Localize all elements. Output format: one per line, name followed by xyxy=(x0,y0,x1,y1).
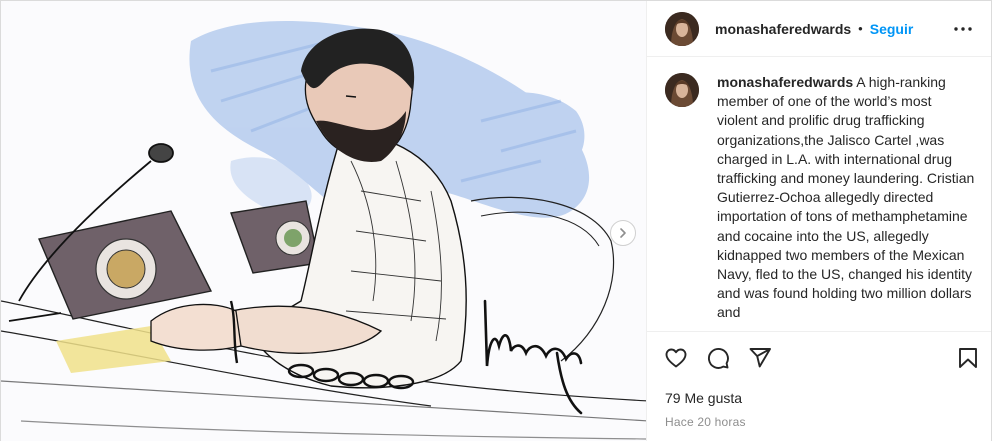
more-options-button[interactable] xyxy=(951,17,975,41)
comment-icon xyxy=(707,347,729,369)
action-bar xyxy=(647,332,991,384)
profile-photo-icon xyxy=(665,73,699,107)
save-button[interactable] xyxy=(955,345,981,371)
like-button[interactable] xyxy=(663,345,689,371)
caption-username[interactable]: monashaferedwards xyxy=(717,74,853,90)
likes-count[interactable]: 79 Me gusta xyxy=(647,390,991,406)
avatar[interactable] xyxy=(665,73,699,107)
post-author-username[interactable]: monashaferedwards xyxy=(715,21,851,37)
post-sidebar: monashaferedwards • Seguir monashaferedw… xyxy=(647,1,991,441)
heart-icon xyxy=(665,348,687,368)
avatar[interactable] xyxy=(665,11,699,46)
next-image-button[interactable] xyxy=(610,220,636,246)
post-header: monashaferedwards • Seguir xyxy=(647,1,991,57)
caption-section: monashaferedwards A high-ranking member … xyxy=(647,57,991,331)
caption-text: A high-ranking member of one of the worl… xyxy=(717,74,975,321)
share-button[interactable] xyxy=(747,345,773,371)
post-caption: monashaferedwards A high-ranking member … xyxy=(717,73,975,331)
post-timestamp[interactable]: Hace 20 horas xyxy=(647,415,991,429)
likes-text: 79 Me gusta xyxy=(665,390,743,406)
post-actions-area: 79 Me gusta Hace 20 horas xyxy=(647,331,991,441)
chevron-right-icon xyxy=(620,228,626,238)
post-image[interactable] xyxy=(1,1,647,441)
profile-photo-icon xyxy=(665,11,699,46)
courtroom-sketch-illustration xyxy=(1,21,646,440)
comment-button[interactable] xyxy=(705,345,731,371)
more-horizontal-icon xyxy=(954,26,972,31)
follow-button[interactable]: Seguir xyxy=(870,21,914,37)
bookmark-icon xyxy=(959,348,977,368)
instagram-post: monashaferedwards • Seguir monashaferedw… xyxy=(0,0,992,441)
separator-dot: • xyxy=(858,21,863,36)
send-icon xyxy=(749,348,771,368)
